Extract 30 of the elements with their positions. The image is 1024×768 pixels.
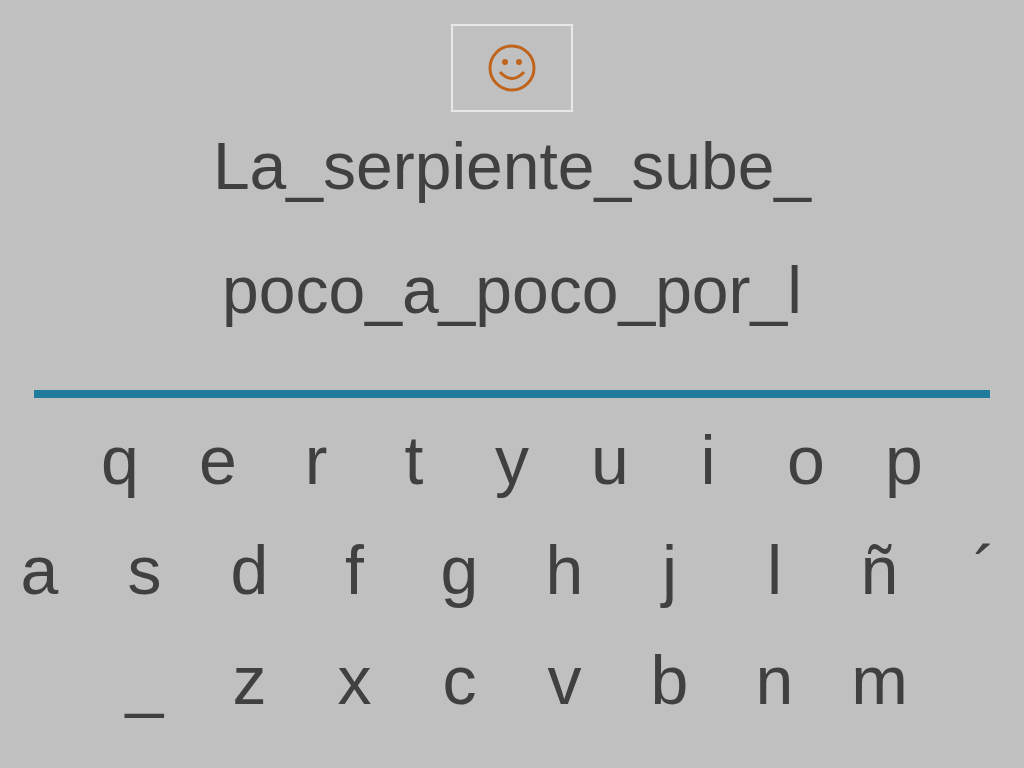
key[interactable]: z (197, 644, 302, 716)
key[interactable]: ´ (932, 534, 1024, 606)
key[interactable]: c (407, 644, 512, 716)
key[interactable]: ñ (827, 534, 932, 606)
key[interactable]: q (71, 424, 169, 496)
key[interactable]: n (722, 644, 827, 716)
key[interactable]: x (302, 644, 407, 716)
key[interactable]: _ (92, 644, 197, 716)
key[interactable]: r (267, 424, 365, 496)
key[interactable]: s (92, 534, 197, 606)
key[interactable]: f (302, 534, 407, 606)
key[interactable]: b (617, 644, 722, 716)
key[interactable]: h (512, 534, 617, 606)
sentence-line: La_serpiente_sube_ (212, 130, 812, 202)
smiley-icon (487, 43, 537, 93)
key[interactable]: o (757, 424, 855, 496)
sentence-line: poco_a_poco_por_l (222, 254, 802, 326)
key[interactable]: m (827, 644, 932, 716)
key[interactable]: y (463, 424, 561, 496)
key[interactable]: j (617, 534, 722, 606)
key[interactable]: a (0, 534, 92, 606)
key[interactable]: e (169, 424, 267, 496)
key[interactable]: g (407, 534, 512, 606)
key[interactable]: u (561, 424, 659, 496)
key[interactable]: v (512, 644, 617, 716)
key[interactable]: i (659, 424, 757, 496)
key[interactable]: t (365, 424, 463, 496)
key[interactable]: d (197, 534, 302, 606)
key[interactable]: l (722, 534, 827, 606)
key[interactable]: p (855, 424, 953, 496)
